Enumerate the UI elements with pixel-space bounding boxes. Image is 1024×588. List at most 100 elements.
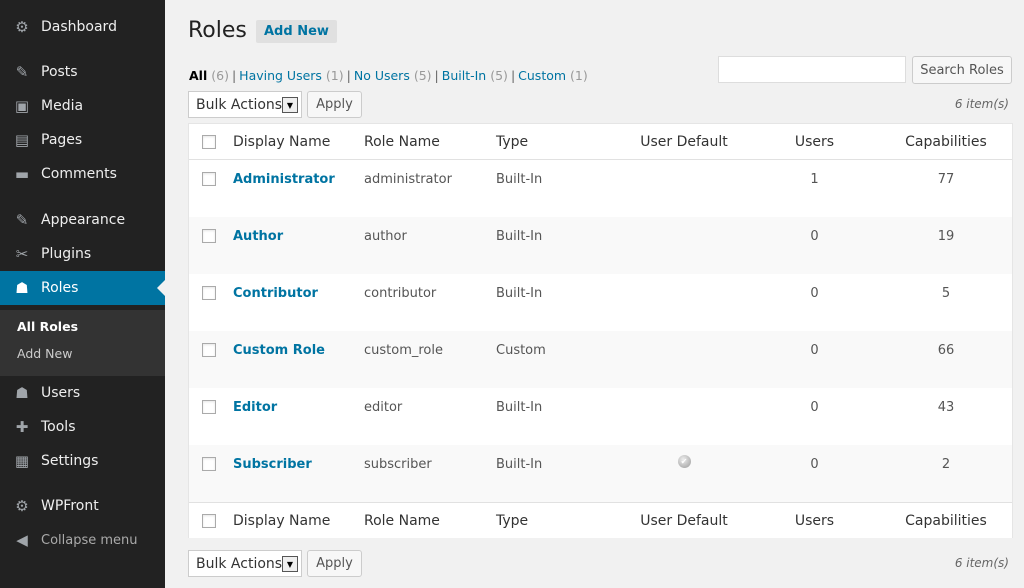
role-display-name-link[interactable]: Administrator <box>233 160 335 217</box>
column-header-capabilities[interactable]: Capabilities <box>891 124 1001 159</box>
row-checkbox[interactable] <box>202 286 216 300</box>
bulk-actions-select[interactable]: Bulk Actions ▼ <box>188 91 302 118</box>
sidebar-item-pages[interactable]: ▤ Pages <box>0 123 165 157</box>
role-display-name-link[interactable]: Subscriber <box>233 445 312 502</box>
column-footer-type[interactable]: Type <box>496 503 528 538</box>
role-display-name-link[interactable]: Author <box>233 217 283 274</box>
add-new-button[interactable]: Add New <box>256 20 337 43</box>
bulk-actions-label: Bulk Actions <box>196 555 283 572</box>
users-count: 0 <box>810 229 819 244</box>
role-display-name-link[interactable]: Custom Role <box>233 331 325 388</box>
chevron-down-icon: ▼ <box>282 556 298 572</box>
roles-table: Display Name Role Name Type User Default… <box>188 123 1013 538</box>
filter-built-in[interactable]: Built-In <box>442 68 486 83</box>
sidebar-item-plugins[interactable]: ✂ Plugins <box>0 237 165 271</box>
column-header-role-name[interactable]: Role Name <box>364 124 440 159</box>
role-filter-links: All (6) | Having Users (1) | No Users (5) | Bu… <box>189 68 588 83</box>
dashboard-icon: ⚙ <box>15 17 29 36</box>
filter-separator: | <box>346 68 351 83</box>
sidebar-item-dashboard[interactable]: ⚙ Dashboard <box>0 10 165 44</box>
sidebar-item-media[interactable]: ▣ Media <box>0 89 165 123</box>
role-display-name-link[interactable]: Editor <box>233 388 277 445</box>
roles-submenu: All Roles Add New <box>0 310 165 376</box>
apply-button[interactable]: Apply <box>307 91 362 118</box>
table-header-row: Display Name Role Name Type User Default… <box>189 124 1012 160</box>
sidebar-item-label: Pages <box>41 132 83 148</box>
search-roles-input[interactable] <box>718 56 906 83</box>
apply-button-bottom[interactable]: Apply <box>307 550 362 577</box>
filter-built-in-count: (5) <box>490 68 508 83</box>
row-checkbox[interactable] <box>202 400 216 414</box>
sidebar-item-label: Media <box>41 98 84 114</box>
column-footer-capabilities[interactable]: Capabilities <box>891 503 1001 538</box>
sidebar-item-appearance[interactable]: ✎ Appearance <box>0 203 165 237</box>
filter-having-users[interactable]: Having Users <box>239 68 322 83</box>
table-row: Administrator administrator Built-In 1 7… <box>189 160 1012 217</box>
settings-icon: ▦ <box>14 451 30 470</box>
column-header-users[interactable]: Users <box>777 124 852 159</box>
sidebar-item-posts[interactable]: ✎ Posts <box>0 55 165 89</box>
main-content: Roles Add New All (6) | Having Users (1) | N… <box>165 0 1024 588</box>
sidebar-item-label: WPFront <box>41 498 99 514</box>
user-default-cell <box>630 388 738 445</box>
users-count: 1 <box>810 172 819 187</box>
filter-having-users-count: (1) <box>325 68 344 83</box>
sidebar-item-users[interactable]: ☗ Users <box>0 376 165 410</box>
wrench-icon: ✚ <box>15 417 29 436</box>
column-header-user-default[interactable]: User Default <box>630 124 738 159</box>
select-all-checkbox[interactable] <box>202 135 216 149</box>
user-default-check-icon: ✔ <box>677 455 691 468</box>
role-name: author <box>364 229 407 244</box>
filter-no-users[interactable]: No Users <box>354 68 410 83</box>
media-icon: ▣ <box>14 96 30 115</box>
role-display-name-link[interactable]: Contributor <box>233 274 318 331</box>
role-type: Built-In <box>496 286 543 301</box>
submenu-all-roles[interactable]: All Roles <box>17 319 78 334</box>
page-title: Roles <box>188 18 247 43</box>
column-footer-user-default[interactable]: User Default <box>630 503 738 538</box>
capabilities-count: 5 <box>941 286 951 301</box>
sidebar-item-label: Roles <box>41 280 79 296</box>
search-roles-button[interactable]: Search Roles <box>912 56 1012 84</box>
select-all-checkbox[interactable] <box>202 514 216 528</box>
sidebar-item-label: Posts <box>41 64 78 80</box>
user-default-cell <box>630 274 738 331</box>
filter-all[interactable]: All <box>189 68 207 83</box>
user-default-cell <box>630 217 738 274</box>
sidebar-item-tools[interactable]: ✚ Tools <box>0 410 165 444</box>
capabilities-count: 2 <box>941 457 951 472</box>
collapse-icon: ◀ <box>16 530 28 549</box>
column-header-display-name[interactable]: Display Name <box>233 124 330 159</box>
filter-custom[interactable]: Custom <box>518 68 566 83</box>
user-icon: ☗ <box>15 383 29 402</box>
bulk-actions-select-bottom[interactable]: Bulk Actions ▼ <box>188 550 302 577</box>
filter-no-users-count: (5) <box>413 68 432 83</box>
sidebar-item-label: Comments <box>41 166 117 182</box>
users-count: 0 <box>810 457 819 472</box>
row-checkbox[interactable] <box>202 229 216 243</box>
collapse-menu-label: Collapse menu <box>41 532 138 548</box>
roles-icon: ☗ <box>15 278 29 297</box>
filter-separator: | <box>231 68 237 83</box>
plugin-icon: ✂ <box>15 244 29 263</box>
submenu-add-new[interactable]: Add New <box>17 346 72 361</box>
role-type: Built-In <box>496 172 543 187</box>
sidebar-item-settings[interactable]: ▦ Settings <box>0 444 165 478</box>
column-footer-role-name[interactable]: Role Name <box>364 503 440 538</box>
role-name: subscriber <box>364 457 432 472</box>
row-checkbox[interactable] <box>202 172 216 186</box>
row-checkbox[interactable] <box>202 343 216 357</box>
users-count: 0 <box>810 343 819 358</box>
sidebar-item-wpfront[interactable]: ⚙ WPFront <box>0 489 165 523</box>
sidebar-item-roles[interactable]: ☗ Roles <box>0 271 165 305</box>
column-footer-display-name[interactable]: Display Name <box>233 503 330 538</box>
row-checkbox[interactable] <box>202 457 216 471</box>
role-name: contributor <box>364 286 437 301</box>
column-footer-users[interactable]: Users <box>777 503 852 538</box>
filter-all-count: (6) <box>211 68 229 83</box>
collapse-menu-button[interactable]: ◀ Collapse menu <box>0 523 165 557</box>
sidebar-item-comments[interactable]: ▬ Comments <box>0 157 165 191</box>
table-row: Contributor contributor Built-In 0 5 <box>189 274 1012 331</box>
column-header-type[interactable]: Type <box>496 124 528 159</box>
user-default-cell <box>630 160 738 217</box>
